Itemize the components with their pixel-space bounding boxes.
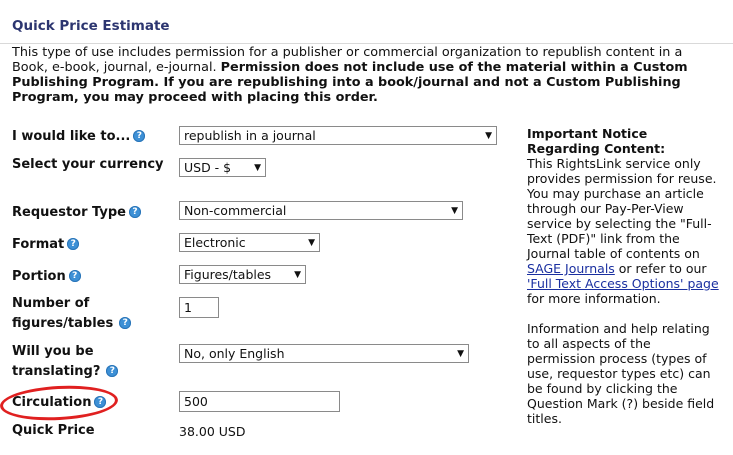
help-icon[interactable]: ? bbox=[68, 270, 81, 282]
chevron-down-icon: ▼ bbox=[254, 163, 261, 173]
portion-selected-value: Figures/tables bbox=[184, 267, 272, 282]
help-icon[interactable]: ? bbox=[106, 365, 119, 377]
quick-price-label: Quick Price bbox=[12, 423, 95, 438]
notice-spacer bbox=[527, 306, 719, 321]
portion-label: Portion? bbox=[12, 267, 81, 287]
circulation-input[interactable]: 500 bbox=[179, 391, 340, 412]
portion-select[interactable]: Figures/tables ▼ bbox=[179, 265, 306, 284]
chevron-down-icon: ▼ bbox=[294, 270, 301, 280]
currency-selected-value: USD - $ bbox=[184, 160, 232, 175]
notice-text-2: or refer to our bbox=[614, 261, 707, 276]
notice-text-1: This RightsLink service only provides pe… bbox=[527, 156, 717, 261]
number-figures-label-line1: Number of bbox=[12, 296, 90, 311]
help-icon[interactable]: ? bbox=[133, 130, 146, 142]
chevron-down-icon: ▼ bbox=[308, 238, 315, 248]
title-divider bbox=[0, 43, 733, 44]
important-notice: Important Notice Regarding Content: This… bbox=[527, 126, 719, 426]
notice-heading: Important Notice Regarding Content: bbox=[527, 126, 666, 156]
format-selected-value: Electronic bbox=[184, 235, 246, 250]
translating-label-line2: translating? bbox=[12, 364, 101, 379]
currency-select[interactable]: USD - $ ▼ bbox=[179, 158, 266, 177]
chevron-down-icon: ▼ bbox=[451, 206, 458, 216]
portion-label-text: Portion bbox=[12, 269, 66, 284]
annotation-circle bbox=[0, 382, 119, 424]
requestor-type-selected-value: Non-commercial bbox=[184, 203, 287, 218]
translating-label-line1: Will you be bbox=[12, 344, 94, 359]
chevron-down-icon: ▼ bbox=[485, 131, 492, 141]
sage-journals-link[interactable]: SAGE Journals bbox=[527, 261, 615, 276]
format-label: Format? bbox=[12, 235, 80, 255]
format-select[interactable]: Electronic ▼ bbox=[179, 233, 320, 252]
number-figures-label: Number of figures/tables? bbox=[12, 294, 132, 334]
number-figures-label-line2: figures/tables bbox=[12, 316, 114, 331]
number-figures-input[interactable]: 1 bbox=[179, 297, 219, 318]
i-would-like-select[interactable]: republish in a journal ▼ bbox=[179, 126, 497, 145]
help-icon[interactable]: ? bbox=[119, 317, 132, 329]
requestor-type-label-text: Requestor Type bbox=[12, 205, 126, 220]
help-icon[interactable]: ? bbox=[128, 206, 141, 218]
intro-text: This type of use includes permission for… bbox=[12, 45, 717, 105]
i-would-like-label-text: I would like to... bbox=[12, 129, 131, 144]
notice-text-3: for more information. bbox=[527, 291, 661, 306]
i-would-like-label: I would like to...? bbox=[12, 127, 146, 147]
help-icon[interactable]: ? bbox=[67, 238, 80, 250]
full-text-access-options-link[interactable]: 'Full Text Access Options' page bbox=[527, 276, 719, 291]
quick-price-value: 38.00 USD bbox=[179, 424, 246, 439]
format-label-text: Format bbox=[12, 237, 65, 252]
notice-help-text: Information and help relating to all asp… bbox=[527, 321, 715, 426]
translating-label: Will you be translating?? bbox=[12, 342, 119, 382]
i-would-like-selected-value: republish in a journal bbox=[184, 128, 316, 143]
requestor-type-select[interactable]: Non-commercial ▼ bbox=[179, 201, 463, 220]
page-title: Quick Price Estimate bbox=[12, 18, 170, 34]
translating-select[interactable]: No, only English ▼ bbox=[179, 344, 469, 363]
translating-selected-value: No, only English bbox=[184, 346, 285, 361]
requestor-type-label: Requestor Type? bbox=[12, 203, 141, 223]
chevron-down-icon: ▼ bbox=[457, 349, 464, 359]
currency-label: Select your currency bbox=[12, 157, 164, 172]
